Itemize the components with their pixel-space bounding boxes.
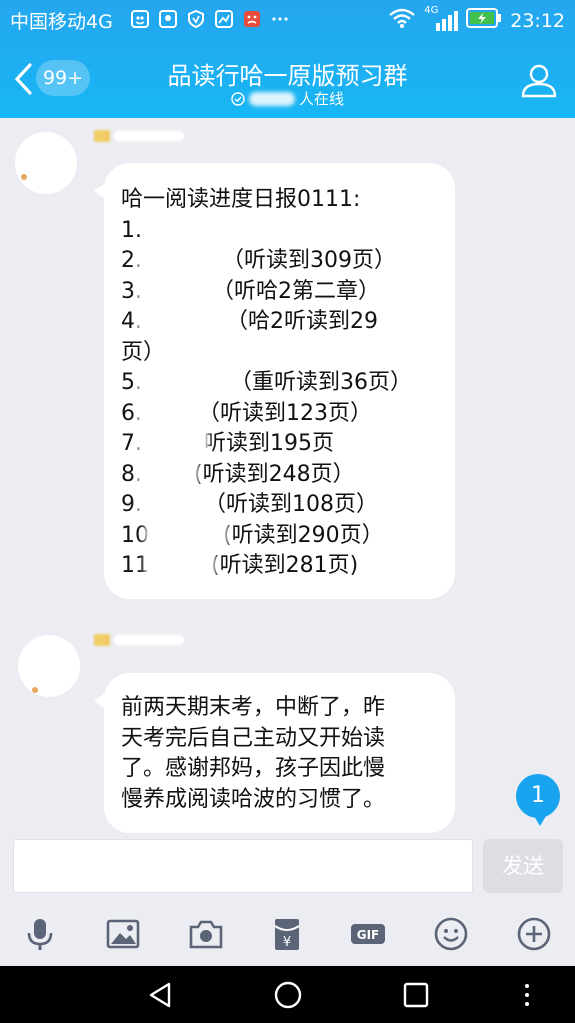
camera-icon[interactable] <box>186 914 226 954</box>
chat-title: 品读行哈一原版预习群 <box>167 62 408 90</box>
home-circle-icon[interactable] <box>273 980 303 1010</box>
message-line: 8. (听读到248页） <box>121 461 355 487</box>
send-button[interactable]: 发送 <box>483 839 563 893</box>
message-line: 天考完后自己主动又开始读 <box>121 725 386 751</box>
person-icon <box>521 64 557 98</box>
message-line: 4. （哈2听读到29 <box>121 309 378 334</box>
message-line: 10 (听读到290页） <box>121 522 384 548</box>
message-bubble[interactable]: 哈一阅读进度日报0111: 1. 2. （听读到309页） 3. （听哈2第二章） … <box>94 163 455 599</box>
message-line: 了。感谢邦妈，孩子因此慢 <box>121 756 386 781</box>
red-packet-icon[interactable]: ¥ <box>267 914 307 954</box>
plus-icon[interactable] <box>514 914 554 954</box>
top-bar: 中国移动4G 4G 23:12 99+ 品读行哈一原版预习群 人在线 <box>0 0 575 118</box>
message-input[interactable] <box>13 839 473 893</box>
more-dots-icon[interactable] <box>512 980 542 1010</box>
gif-icon[interactable]: GIF <box>348 914 388 954</box>
new-message-badge[interactable]: 1 <box>516 774 560 826</box>
message-line: 页） <box>121 339 166 365</box>
baby-app-icon <box>130 9 150 29</box>
message-line: 3. （听哈2第二章） <box>121 278 380 304</box>
sender-avatar[interactable] <box>15 132 77 194</box>
image-icon[interactable] <box>103 914 143 954</box>
message-line: 前两天期末考，中断了，昨 <box>121 695 386 720</box>
back-triangle-icon[interactable] <box>145 980 175 1010</box>
online-check-icon <box>231 91 245 106</box>
redacted-name <box>142 463 194 486</box>
sad-face-app-icon <box>242 9 262 29</box>
status-right: 4G 23:12 <box>388 5 565 34</box>
battery-charging-icon <box>466 7 502 34</box>
redacted-name <box>142 402 198 425</box>
signal-icon: 4G <box>424 5 459 33</box>
online-status: 人在线 <box>0 88 575 109</box>
carrier-name: 中国移动4G <box>10 11 113 33</box>
sender-avatar[interactable] <box>18 635 80 697</box>
redacted-name <box>142 280 212 303</box>
recents-square-icon[interactable] <box>401 980 431 1010</box>
online-count-redacted <box>248 91 295 106</box>
message-line: 9. （听读到108页） <box>121 492 378 517</box>
svg-text:GIF: GIF <box>357 928 380 942</box>
wifi-icon <box>388 7 416 34</box>
more-notifications-icon <box>270 9 290 29</box>
message-bubble[interactable]: 前两天期末考，中断了，昨 天考完后自己主动又开始读 了。感谢邦妈，孩子因此慢 慢… <box>94 673 455 833</box>
online-label: 人在线 <box>298 90 344 108</box>
redacted-name <box>142 311 226 333</box>
message-line: 哈一阅读进度日报0111: <box>121 187 361 212</box>
sender-name-redacted <box>94 128 184 144</box>
message-line: 6. （听读到123页） <box>121 400 372 426</box>
sender-name-redacted <box>94 632 184 648</box>
redacted-name <box>142 494 204 516</box>
message-line: 11 (听读到281页) <box>121 553 359 578</box>
chart-app-icon <box>214 9 234 29</box>
notification-icons <box>130 9 290 29</box>
message-line: 慢养成阅读哈波的习惯了。 <box>121 786 386 812</box>
input-toolbar: ¥ GIF <box>0 900 575 966</box>
message-line: 5. （重听读到36页） <box>121 370 412 395</box>
emoji-icon[interactable] <box>431 914 471 954</box>
redacted-name <box>149 524 223 547</box>
system-nav-bar <box>0 966 575 1023</box>
message-line: 1. <box>121 217 142 243</box>
shield-app-icon <box>186 9 206 29</box>
redacted-name <box>142 250 222 272</box>
svg-text:¥: ¥ <box>283 935 291 950</box>
redacted-name <box>149 555 211 577</box>
status-bar: 中国移动4G 4G 23:12 <box>0 0 575 40</box>
clock: 23:12 <box>510 9 565 32</box>
message-line: 7. 听读到195页 <box>121 431 334 456</box>
microphone-icon[interactable] <box>20 914 60 954</box>
redacted-name <box>142 433 204 455</box>
message-line: 2. （听读到309页） <box>121 248 396 273</box>
location-app-icon <box>158 9 178 29</box>
redacted-name <box>142 372 230 394</box>
group-profile-button[interactable] <box>519 62 559 102</box>
